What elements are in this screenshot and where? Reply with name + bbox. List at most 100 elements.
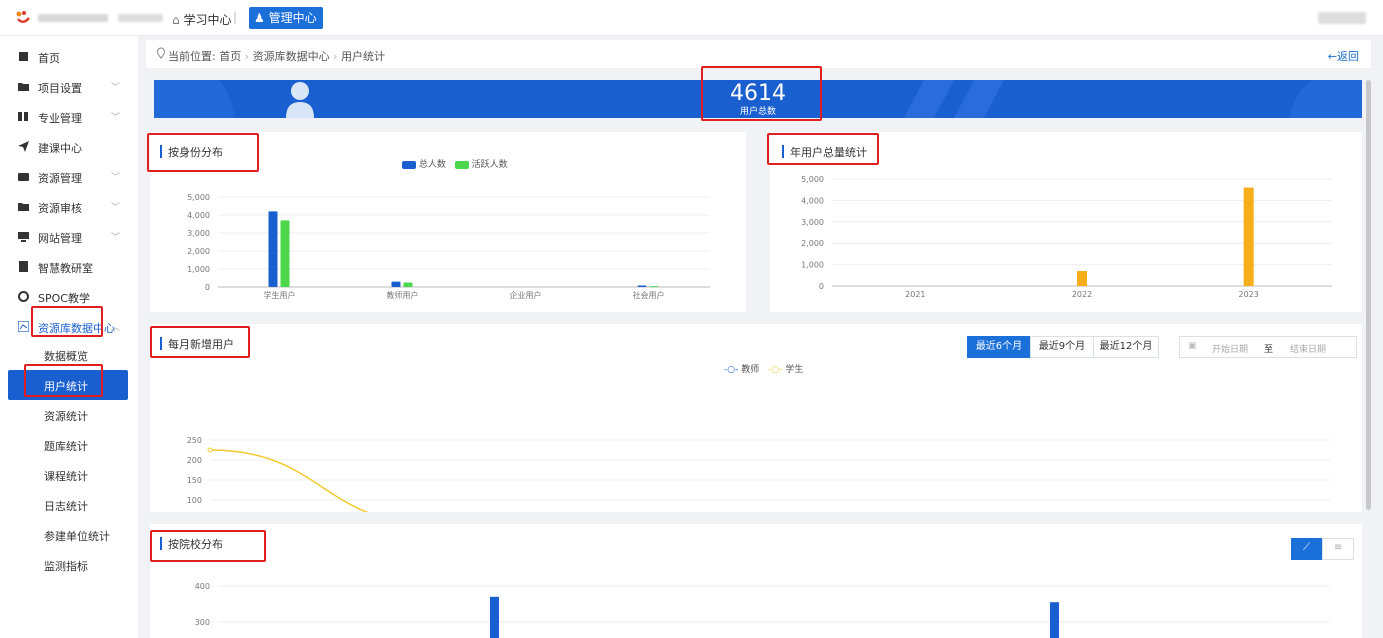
highlight-box bbox=[150, 326, 250, 358]
y-tick-label: 100 bbox=[187, 496, 202, 505]
x-tick-label: 企业用户 bbox=[510, 290, 542, 300]
user-avatar-redacted[interactable] bbox=[1318, 12, 1366, 24]
sidebar-item-label: 专业管理 bbox=[38, 112, 82, 125]
globe-icon bbox=[18, 291, 29, 302]
y-tick-label: 1,000 bbox=[187, 265, 210, 274]
point-学生-2023-06 bbox=[207, 447, 213, 453]
box-icon bbox=[18, 173, 29, 181]
y-tick-label: 0 bbox=[205, 283, 210, 292]
sidebar-item-label: 智慧教研室 bbox=[38, 262, 93, 275]
sidebar-item-0[interactable]: 首页 bbox=[0, 42, 138, 72]
page-scrollbar[interactable] bbox=[1366, 80, 1371, 510]
sidebar-subitem-4[interactable]: 课程统计 bbox=[8, 460, 128, 490]
breadcrumb-text: 当前位置: 首页 › 资源库数据中心 › 用户统计 bbox=[168, 50, 386, 63]
y-tick-label: 150 bbox=[187, 476, 202, 485]
y-tick-label: 300 bbox=[195, 618, 210, 627]
sidebar-item-label: SPOC教学 bbox=[38, 292, 90, 305]
x-tick-label: 教师用户 bbox=[387, 290, 419, 300]
sidebar-item-1[interactable]: 项目设置 ﹀ bbox=[0, 72, 138, 102]
bar-活跃人数-社会用户 bbox=[649, 286, 659, 287]
highlight-box bbox=[147, 133, 259, 172]
sidebar-subitem-label: 日志统计 bbox=[44, 500, 88, 513]
logo-icon bbox=[16, 11, 30, 23]
series-line-学生 bbox=[209, 449, 369, 512]
top-bar: ⌂ 学习中心 | ♟ 管理中心 bbox=[0, 0, 1383, 36]
sidebar-item-6[interactable]: 网站管理 ﹀ bbox=[0, 222, 138, 252]
sidebar-subitem-5[interactable]: 日志统计 bbox=[8, 490, 128, 520]
y-tick-label: 0 bbox=[819, 282, 824, 291]
graduation-cap-icon: ⌂ bbox=[172, 13, 184, 27]
sidebar-subitem-6[interactable]: 参建单位统计 bbox=[8, 520, 128, 550]
y-tick-label: 250 bbox=[187, 436, 202, 445]
bar-school-0 bbox=[490, 596, 499, 638]
bar-活跃人数-学生用户 bbox=[280, 220, 290, 287]
y-tick-label: 5,000 bbox=[187, 193, 210, 202]
breadcrumb-data-center[interactable]: 资源库数据中心 bbox=[253, 50, 330, 63]
y-tick-label: 2,000 bbox=[801, 239, 824, 248]
x-tick-label: 学生用户 bbox=[264, 290, 296, 300]
home-icon bbox=[19, 52, 28, 61]
y-tick-label: 3,000 bbox=[801, 218, 824, 227]
sidebar-subitem-label: 参建单位统计 bbox=[44, 530, 110, 543]
sidebar-subitem-2[interactable]: 资源统计 bbox=[8, 400, 128, 430]
book-icon bbox=[18, 112, 28, 121]
highlight-box bbox=[31, 306, 103, 337]
send-icon bbox=[18, 141, 29, 152]
x-tick-label: 2021 bbox=[905, 290, 925, 299]
doc-icon bbox=[19, 261, 28, 272]
card-school-distribution: 按院校分布 ⟋ ≡ 300 400 bbox=[150, 524, 1362, 638]
nav-admin-center[interactable]: ♟ 管理中心 bbox=[249, 7, 323, 29]
monthly-line-chart: 0501001502002502023-062023-072023-082023… bbox=[187, 436, 1330, 512]
y-tick-label: 3,000 bbox=[187, 229, 210, 238]
sidebar-subitem-label: 监测指标 bbox=[44, 560, 88, 573]
sidebar-item-label: 建课中心 bbox=[38, 142, 82, 155]
bar-2023 bbox=[1243, 187, 1254, 286]
sidebar-item-label: 资源管理 bbox=[38, 172, 82, 185]
sidebar-subitem-7[interactable]: 监测指标 bbox=[8, 550, 128, 580]
sidebar-item-3[interactable]: 建课中心 bbox=[0, 132, 138, 162]
card-monthly-new-users: 每月新增用户 -○- 教师 -○- 学生 最近6个月 最近9个月 最近12个月 … bbox=[150, 324, 1362, 512]
sidebar-item-label: 首页 bbox=[38, 52, 60, 65]
sidebar-item-5[interactable]: 资源审核 ﹀ bbox=[0, 192, 138, 222]
chart-icon bbox=[18, 321, 29, 332]
sidebar-item-4[interactable]: 资源管理 ﹀ bbox=[0, 162, 138, 192]
bar-总人数-学生用户 bbox=[268, 211, 278, 287]
highlight-box bbox=[767, 133, 879, 165]
sidebar: 首页 项目设置 ﹀ 专业管理 ﹀ 建课中心 资源管理 ﹀ 资源审核 ﹀ 网站管理 ﹀ 智慧教研室 SPOC… bbox=[0, 36, 138, 638]
monitor-icon bbox=[18, 232, 29, 242]
sidebar-subitem-3[interactable]: 题库统计 bbox=[8, 430, 128, 460]
sidebar-subitem-label: 数据概览 bbox=[44, 350, 88, 363]
folder-icon bbox=[18, 83, 29, 91]
bar-school-1 bbox=[1050, 602, 1059, 638]
chevron-down-icon: ﹀ bbox=[111, 83, 121, 93]
nav-learning-center[interactable]: ⌂ 学习中心 bbox=[172, 11, 231, 28]
highlight-box bbox=[701, 66, 822, 121]
org-name-redacted bbox=[38, 14, 108, 22]
highlight-box bbox=[24, 364, 103, 397]
y-tick-label: 2,000 bbox=[187, 247, 210, 256]
back-link[interactable]: ←返回 bbox=[1328, 48, 1359, 64]
y-tick-label: 400 bbox=[195, 582, 210, 591]
bar-2022 bbox=[1077, 271, 1087, 286]
sidebar-item-label: 网站管理 bbox=[38, 232, 82, 245]
chevron-down-icon: ﹀ bbox=[111, 233, 121, 243]
sidebar-item-2[interactable]: 专业管理 ﹀ bbox=[0, 102, 138, 132]
user-icon: ♟ bbox=[254, 11, 269, 25]
org-name-redacted bbox=[118, 14, 163, 22]
highlight-box bbox=[150, 530, 266, 562]
y-tick-label: 5,000 bbox=[801, 175, 824, 184]
location-pin-icon bbox=[156, 47, 166, 59]
sidebar-item-label: 资源审核 bbox=[38, 202, 82, 215]
breadcrumb-home[interactable]: 首页 bbox=[219, 50, 241, 63]
sidebar-item-label: 项目设置 bbox=[38, 82, 82, 95]
folder-icon bbox=[18, 203, 29, 211]
sidebar-subitem-label: 课程统计 bbox=[44, 470, 88, 483]
sidebar-item-7[interactable]: 智慧教研室 bbox=[0, 252, 138, 282]
x-tick-label: 社会用户 bbox=[633, 290, 665, 300]
divider: | bbox=[233, 10, 238, 24]
chevron-up-icon: ︿ bbox=[111, 323, 121, 333]
sidebar-subitem-label: 题库统计 bbox=[44, 440, 88, 453]
sidebar-subitem-label: 资源统计 bbox=[44, 410, 88, 423]
bar-总人数-教师用户 bbox=[391, 281, 401, 287]
chevron-down-icon: ﹀ bbox=[111, 113, 121, 123]
